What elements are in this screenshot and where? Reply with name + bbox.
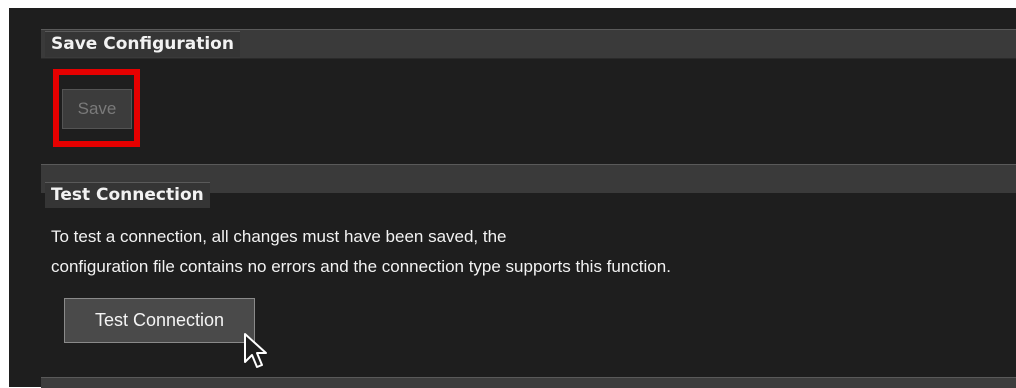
save-section-divider bbox=[41, 58, 1016, 59]
test-description-line-1: To test a connection, all changes must h… bbox=[51, 227, 507, 246]
test-section-title: Test Connection bbox=[45, 182, 210, 208]
next-section-header-bar bbox=[41, 377, 1016, 388]
save-section-title: Save Configuration bbox=[45, 31, 240, 57]
save-button[interactable]: Save bbox=[62, 89, 132, 129]
test-description-line-2: configuration file contains no errors an… bbox=[51, 257, 671, 276]
window: Save Configuration Save Test Connection … bbox=[0, 0, 1016, 388]
arrow-pointer-icon bbox=[244, 333, 267, 368]
test-connection-button[interactable]: Test Connection bbox=[64, 298, 255, 343]
